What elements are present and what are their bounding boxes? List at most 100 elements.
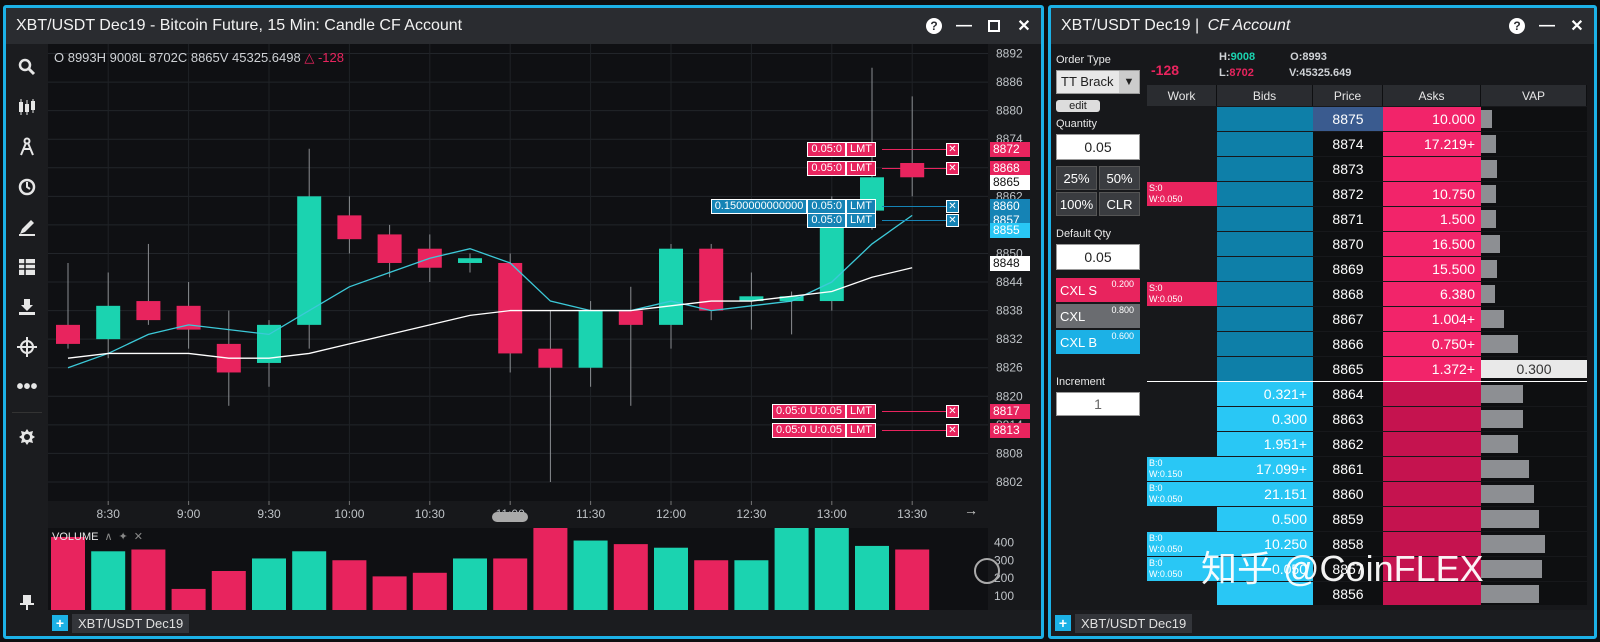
work-cell[interactable]: B:0 W:0.050: [1147, 557, 1217, 581]
increment-input[interactable]: 1: [1056, 392, 1140, 416]
vap-cell[interactable]: [1481, 257, 1587, 281]
price-cell[interactable]: 8861: [1313, 457, 1383, 481]
price-cell[interactable]: 8860: [1313, 482, 1383, 506]
price-cell[interactable]: 8865: [1313, 357, 1383, 381]
working-order-tag[interactable]: 0.05:0 LMT: [807, 141, 876, 157]
scroll-right-icon[interactable]: →: [964, 502, 978, 518]
vap-cell[interactable]: [1481, 432, 1587, 456]
volume-settings-icon[interactable]: ✦: [119, 530, 128, 543]
work-cell[interactable]: [1147, 307, 1217, 331]
cancel-buys-button[interactable]: CXL B 0.600: [1056, 330, 1140, 354]
ladder-row[interactable]: 8875 10.000: [1147, 107, 1587, 131]
ask-cell[interactable]: [1383, 582, 1481, 605]
minimize-icon[interactable]: —: [1538, 17, 1556, 35]
work-cell[interactable]: [1147, 157, 1217, 181]
price-cell[interactable]: 8864: [1313, 382, 1383, 406]
working-order-tag[interactable]: 0.05:0 U:0.05 LMT: [771, 422, 876, 438]
layout-icon[interactable]: [16, 256, 38, 278]
work-cell[interactable]: S:0 W:0.050: [1147, 182, 1217, 206]
working-order-tag[interactable]: 0.1500000000000 0.05:0 LMT: [710, 198, 876, 214]
price-cell[interactable]: 8872: [1313, 182, 1383, 206]
pct-50-button[interactable]: 50%: [1099, 166, 1140, 190]
ladder-row[interactable]: 8865 1.372+ 0.300: [1147, 357, 1587, 383]
work-cell[interactable]: [1147, 107, 1217, 131]
ladder-row[interactable]: S:0 W:0.050 8868 6.380: [1147, 282, 1587, 306]
ladder-row[interactable]: 8871 1.500: [1147, 207, 1587, 231]
quantity-input[interactable]: 0.05: [1056, 134, 1140, 160]
work-cell[interactable]: [1147, 432, 1217, 456]
ask-cell[interactable]: 10.750: [1383, 182, 1481, 206]
ask-cell[interactable]: [1383, 407, 1481, 431]
vap-cell[interactable]: [1481, 482, 1587, 506]
ladder-row[interactable]: B:0 W:0.050 10.250 8858: [1147, 532, 1587, 556]
chevron-down-icon[interactable]: ▼: [1119, 71, 1139, 93]
bid-cell[interactable]: [1217, 332, 1313, 356]
cancel-sells-button[interactable]: CXL S 0.200: [1056, 278, 1140, 302]
cancel-order-icon[interactable]: ✕: [946, 423, 959, 437]
default-qty-input[interactable]: 0.05: [1056, 244, 1140, 270]
bid-cell[interactable]: 0.321+: [1217, 382, 1313, 406]
vap-cell[interactable]: [1481, 282, 1587, 306]
add-tab-icon[interactable]: +: [52, 615, 68, 631]
scroll-handle[interactable]: [492, 512, 528, 522]
cancel-order-icon[interactable]: ✕: [946, 214, 959, 228]
bid-cell[interactable]: 17.099+: [1217, 457, 1313, 481]
price-cell[interactable]: 8857: [1313, 557, 1383, 581]
vap-cell[interactable]: [1481, 207, 1587, 231]
work-cell[interactable]: [1147, 582, 1217, 605]
bid-cell[interactable]: [1217, 132, 1313, 156]
vap-cell[interactable]: [1481, 407, 1587, 431]
price-cell[interactable]: 8875: [1313, 107, 1383, 131]
ask-cell[interactable]: 0.750+: [1383, 332, 1481, 356]
ask-cell[interactable]: 1.004+: [1383, 307, 1481, 331]
price-cell[interactable]: 8868: [1313, 282, 1383, 306]
ladder-row[interactable]: B:0 W:0.150 17.099+ 8861: [1147, 457, 1587, 481]
cancel-order-icon[interactable]: ✕: [946, 199, 959, 213]
bid-cell[interactable]: [1217, 307, 1313, 331]
close-icon[interactable]: ✕: [1568, 17, 1586, 35]
add-tab-icon[interactable]: +: [1055, 615, 1071, 631]
ladder-row[interactable]: 8856: [1147, 582, 1587, 605]
work-cell[interactable]: S:0 W:0.050: [1147, 282, 1217, 306]
ask-cell[interactable]: 10.000: [1383, 107, 1481, 131]
work-cell[interactable]: [1147, 357, 1217, 381]
work-cell[interactable]: [1147, 382, 1217, 406]
ladder-row[interactable]: 8867 1.004+: [1147, 307, 1587, 331]
settings-icon[interactable]: [16, 426, 38, 448]
ask-cell[interactable]: 1.372+: [1383, 357, 1481, 381]
edit-button[interactable]: edit: [1056, 100, 1100, 112]
chart-tab[interactable]: XBT/USDT Dec19: [72, 613, 190, 633]
ask-cell[interactable]: 16.500: [1383, 232, 1481, 256]
pencil-icon[interactable]: [16, 216, 38, 238]
price-plot[interactable]: [48, 44, 988, 518]
work-cell[interactable]: [1147, 132, 1217, 156]
price-cell[interactable]: 8867: [1313, 307, 1383, 331]
more-icon[interactable]: •••: [16, 376, 38, 398]
ask-cell[interactable]: [1383, 557, 1481, 581]
ladder-titlebar[interactable]: XBT/USDT Dec19 | CF Account ? — ✕: [1051, 8, 1594, 44]
bid-cell[interactable]: [1217, 182, 1313, 206]
cancel-order-icon[interactable]: ✕: [946, 142, 959, 156]
vap-cell[interactable]: [1481, 507, 1587, 531]
candles-icon[interactable]: [16, 96, 38, 118]
price-cell[interactable]: 8859: [1313, 507, 1383, 531]
bid-cell[interactable]: 1.951+: [1217, 432, 1313, 456]
price-cell[interactable]: 8862: [1313, 432, 1383, 456]
ladder-row[interactable]: 8873: [1147, 157, 1587, 181]
chart-titlebar[interactable]: XBT/USDT Dec19 - Bitcoin Future, 15 Min:…: [6, 8, 1041, 44]
ask-cell[interactable]: [1383, 482, 1481, 506]
price-cell[interactable]: 8869: [1313, 257, 1383, 281]
ladder-row[interactable]: S:0 W:0.050 8872 10.750: [1147, 182, 1587, 206]
ask-cell[interactable]: 15.500: [1383, 257, 1481, 281]
vap-cell[interactable]: [1481, 132, 1587, 156]
working-order-tag[interactable]: 0.05:0 LMT: [807, 213, 876, 229]
vap-cell[interactable]: [1481, 307, 1587, 331]
ladder-row[interactable]: B:0 W:0.050 21.151 8860: [1147, 482, 1587, 506]
ask-cell[interactable]: [1383, 382, 1481, 406]
ask-cell[interactable]: [1383, 532, 1481, 556]
bid-cell[interactable]: 10.250: [1217, 532, 1313, 556]
work-cell[interactable]: [1147, 507, 1217, 531]
drawing-icon[interactable]: [16, 136, 38, 158]
minimize-icon[interactable]: —: [955, 17, 973, 35]
ladder-row[interactable]: 8870 16.500: [1147, 232, 1587, 256]
